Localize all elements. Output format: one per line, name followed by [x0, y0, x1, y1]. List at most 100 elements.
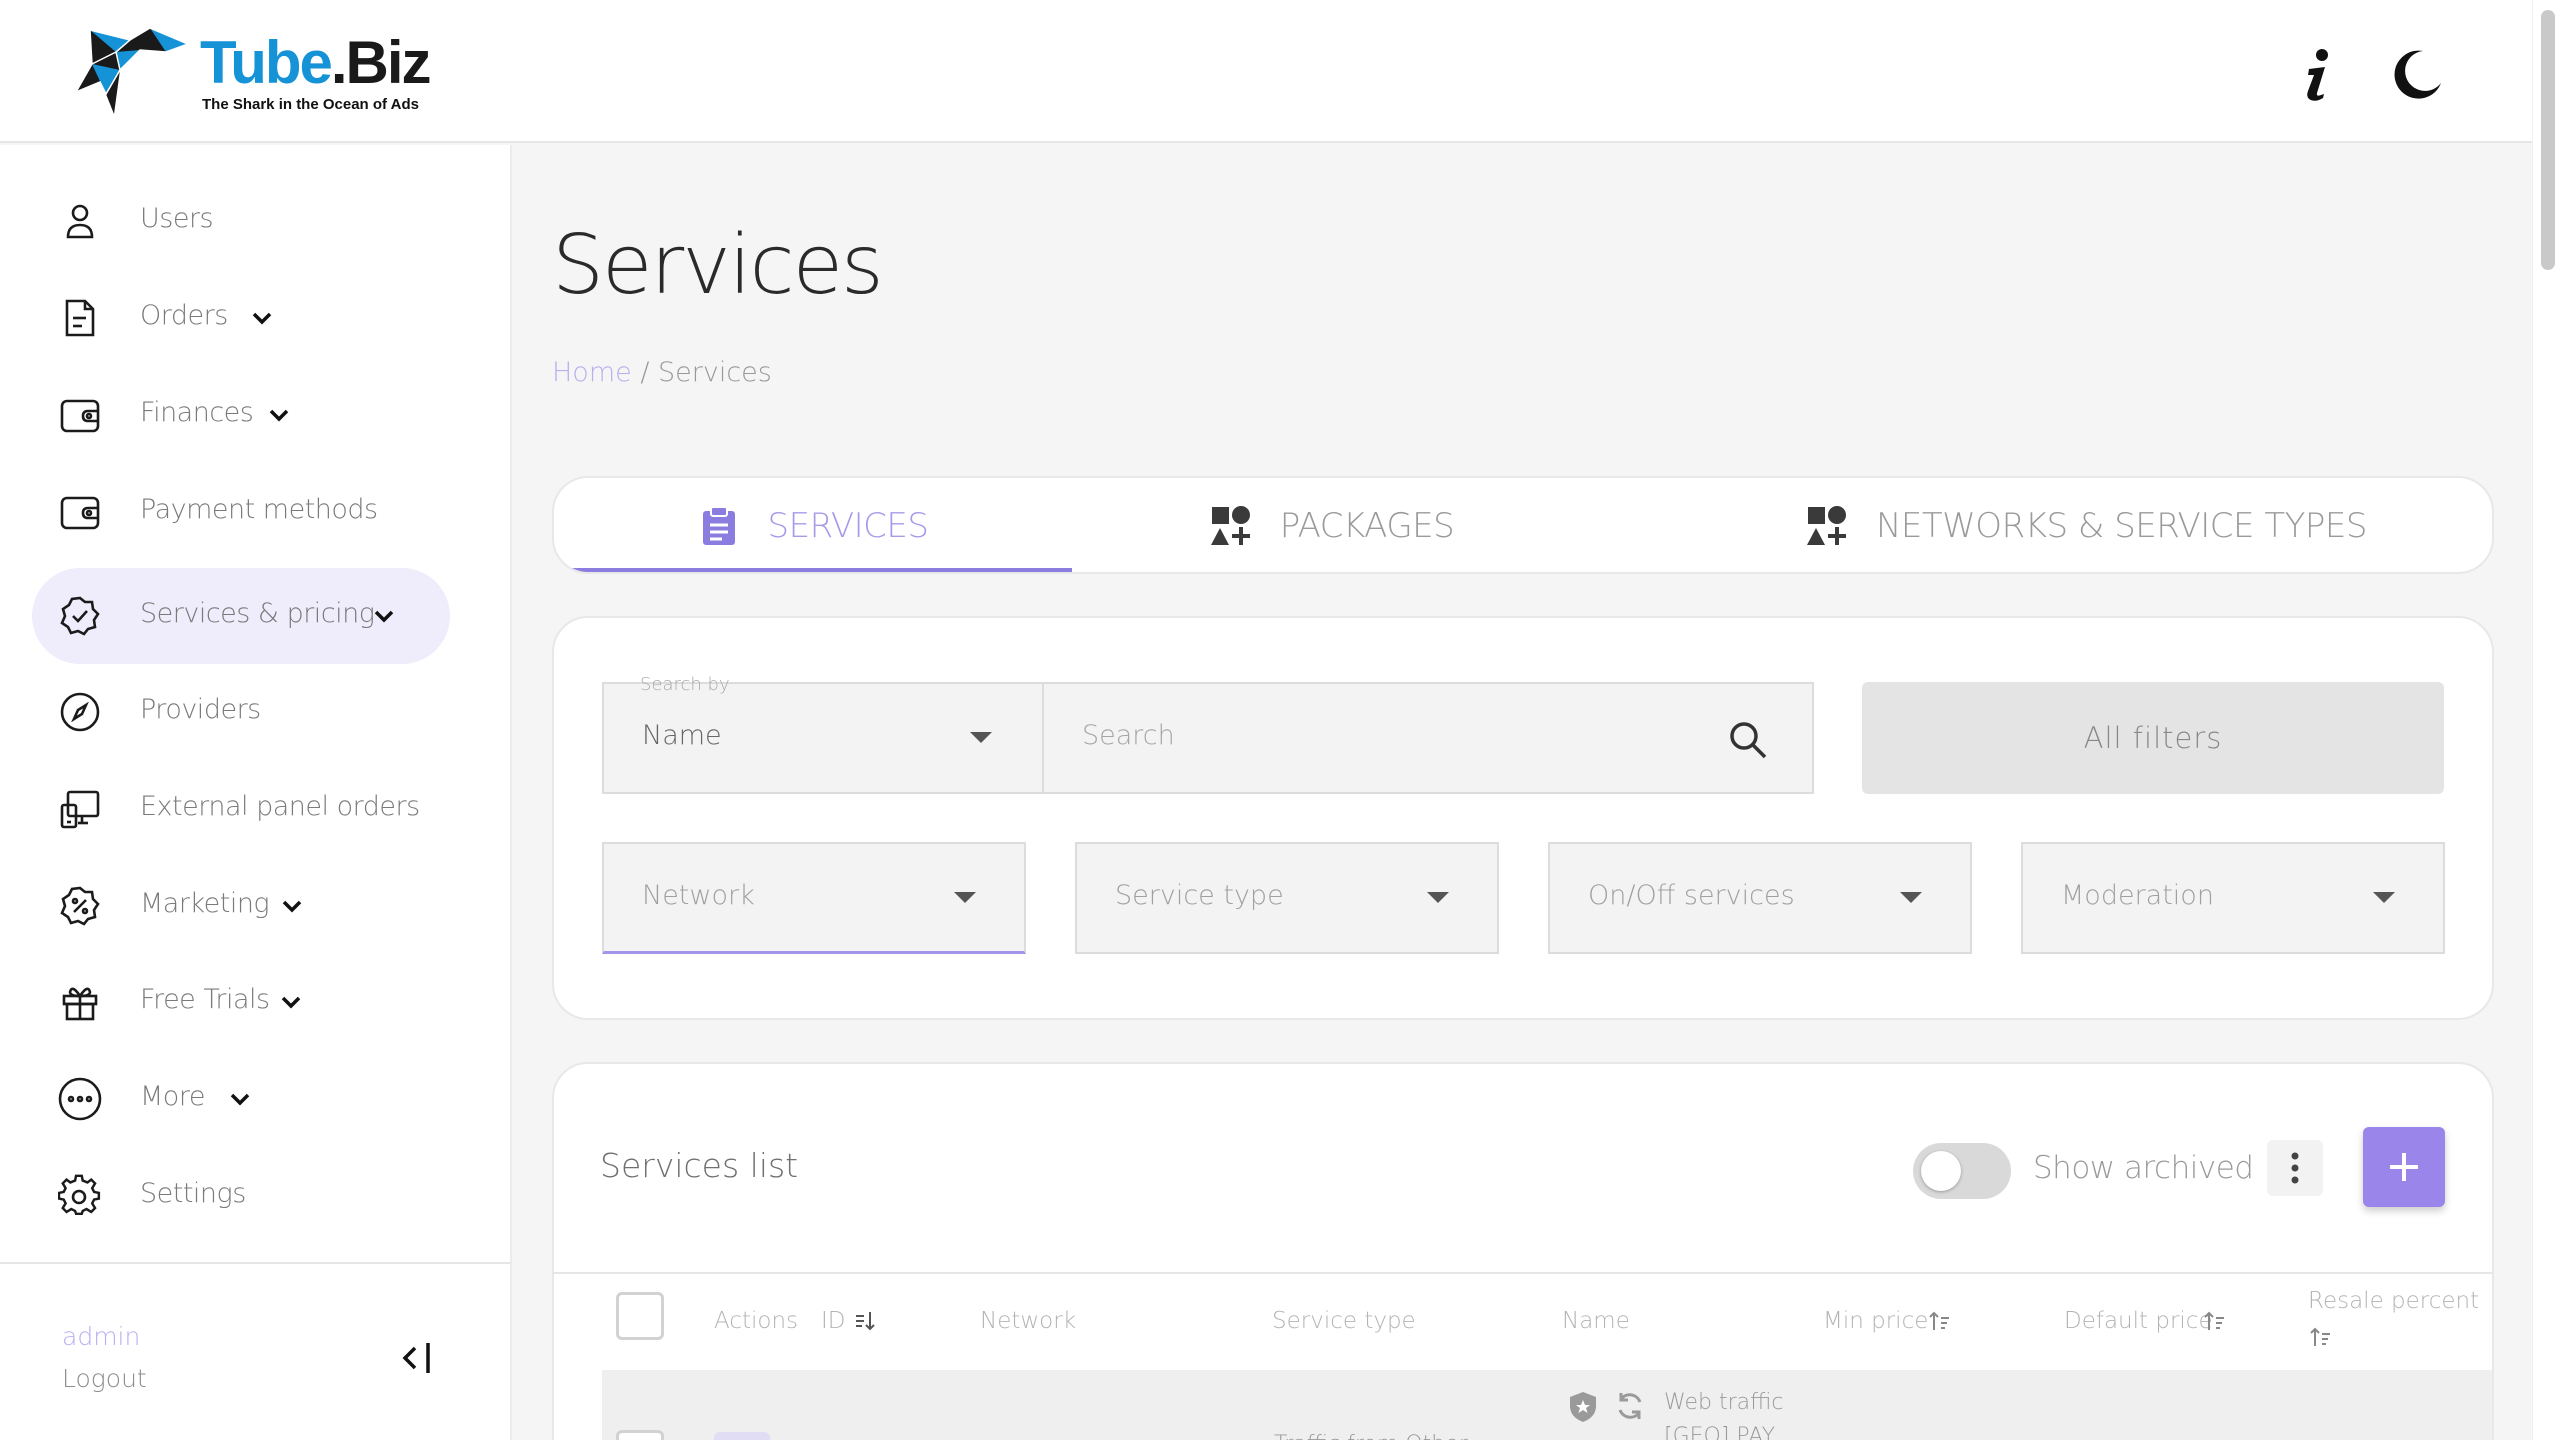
- sidebar-item-users[interactable]: Users: [32, 173, 450, 269]
- gift-icon: [62, 987, 98, 1021]
- sidebar-item-finances[interactable]: Finances: [32, 367, 450, 463]
- breadcrumb: Home / Services: [552, 357, 772, 388]
- plus-icon: [2390, 1153, 2418, 1181]
- sort-desc-icon[interactable]: [854, 1310, 876, 1332]
- table-header: Actions ID Network Service type Name Min…: [554, 1272, 2492, 1368]
- refresh-icon[interactable]: [1614, 1390, 1646, 1422]
- page-scrollbar[interactable]: [2532, 0, 2560, 1440]
- clipboard-icon: [702, 506, 735, 545]
- moderation-label: Moderation: [2061, 880, 2214, 911]
- column-service-type: Service type: [1272, 1308, 1416, 1334]
- row-name-line1: Web traffic: [1664, 1390, 1784, 1415]
- list-options-button[interactable]: [2267, 1140, 2323, 1196]
- brand-name: Tube.Biz: [200, 29, 432, 96]
- tab-services[interactable]: SERVICES: [554, 478, 1072, 572]
- search-input[interactable]: Search: [1042, 682, 1814, 794]
- sidebar-item-label: External panel orders: [140, 791, 420, 822]
- tab-packages[interactable]: PACKAGES: [1072, 478, 1592, 572]
- all-filters-button[interactable]: All filters: [1862, 682, 2444, 794]
- caret-down-icon: [954, 892, 976, 903]
- add-service-button[interactable]: [2363, 1127, 2445, 1207]
- column-actions: Actions: [714, 1308, 799, 1334]
- service-type-label: Service type: [1115, 880, 1284, 911]
- sidebar-item-label: Users: [140, 203, 214, 234]
- sort-icon[interactable]: [2310, 1326, 2332, 1348]
- info-button[interactable]: [2282, 40, 2352, 110]
- logout-link[interactable]: Logout: [62, 1364, 147, 1393]
- moderation-select[interactable]: Moderation: [2021, 842, 2445, 954]
- sidebar-item-free-trials[interactable]: Free Trials: [32, 954, 450, 1050]
- column-default-price[interactable]: Default price: [2064, 1308, 2213, 1334]
- kebab-menu-icon: [2291, 1152, 2299, 1184]
- network-select[interactable]: Network: [602, 842, 1026, 954]
- sidebar-item-payment-methods[interactable]: Payment methods: [32, 464, 450, 560]
- sidebar-item-label: Services & pricing: [140, 598, 375, 629]
- wallet-icon: [60, 496, 100, 530]
- shark-logo-icon: [74, 27, 191, 114]
- chevron-down-icon: [269, 409, 289, 422]
- gear-icon: [58, 1174, 101, 1216]
- column-network: Network: [980, 1308, 1077, 1334]
- caret-down-icon: [1900, 892, 1922, 903]
- brand-logo[interactable]: Tube.Biz The Shark in the Ocean of Ads: [70, 22, 450, 122]
- theme-toggle-button[interactable]: [2382, 40, 2452, 110]
- sidebar-item-orders[interactable]: Orders: [32, 270, 450, 366]
- services-list-title: Services list: [600, 1146, 799, 1185]
- chevron-down-icon: [230, 1093, 250, 1106]
- sidebar-item-settings[interactable]: Settings: [32, 1148, 450, 1244]
- tab-label: PACKAGES: [1279, 506, 1455, 546]
- caret-down-icon: [970, 732, 992, 743]
- scrollbar-thumb[interactable]: [2541, 10, 2555, 270]
- filters-panel: [552, 616, 2494, 1020]
- on-off-services-select[interactable]: On/Off services: [1548, 842, 1972, 954]
- sort-icon[interactable]: [2204, 1310, 2226, 1332]
- sidebar-item-label: More: [140, 1081, 205, 1112]
- devices-icon: [60, 790, 100, 829]
- sidebar-item-more[interactable]: More: [32, 1051, 450, 1147]
- column-min-price[interactable]: Min price: [1823, 1308, 1928, 1334]
- brand-tagline: The Shark in the Ocean of Ads: [202, 96, 419, 113]
- show-archived-toggle[interactable]: [1913, 1143, 2011, 1199]
- tab-label: SERVICES: [767, 506, 929, 546]
- wallet-icon: [60, 399, 100, 433]
- sidebar-item-label: Providers: [140, 694, 261, 725]
- sidebar-item-label: Orders: [140, 300, 228, 331]
- row-actions-button[interactable]: [714, 1432, 770, 1440]
- search-by-select[interactable]: Name: [602, 682, 1044, 794]
- network-label: Network: [642, 880, 755, 911]
- select-all-checkbox[interactable]: [616, 1292, 664, 1340]
- sidebar-item-external-panel-orders[interactable]: External panel orders: [32, 761, 450, 857]
- sort-icon[interactable]: [1929, 1310, 1951, 1332]
- search-by-value: Name: [642, 720, 722, 751]
- search-icon[interactable]: [1728, 720, 1768, 760]
- sidebar-item-providers[interactable]: Providers: [32, 664, 450, 760]
- user-icon: [66, 204, 94, 239]
- service-type-select[interactable]: Service type: [1075, 842, 1499, 954]
- column-resale-percent[interactable]: Resale percent: [2308, 1288, 2479, 1314]
- page-title: Services: [552, 218, 884, 313]
- shapes-icon: [1210, 506, 1250, 545]
- sidebar-item-label: Free Trials: [140, 984, 270, 1015]
- more-circle-icon: [58, 1077, 102, 1121]
- row-service-type: Traffic from Other: [1274, 1432, 1468, 1440]
- row-checkbox[interactable]: [616, 1430, 664, 1440]
- toggle-knob: [1921, 1151, 1961, 1191]
- shapes-icon: [1807, 506, 1846, 545]
- sidebar-item-services-pricing[interactable]: Services & pricing: [32, 568, 450, 664]
- discount-icon: [60, 886, 100, 926]
- tab-networks-service-types-content[interactable]: NETWORKS & SERVICE TYPES: [1806, 478, 2492, 572]
- table-row[interactable]: Traffic from Other Web traffic [GEO] PAY: [602, 1370, 2492, 1440]
- sidebar-item-marketing[interactable]: Marketing: [32, 858, 450, 954]
- tabs-bar: SERVICES PACKAGES NETWORKS & SERVICE TYP…: [552, 476, 2494, 574]
- row-name-line2: [GEO] PAY: [1664, 1424, 1776, 1440]
- current-user-name[interactable]: admin: [62, 1322, 140, 1351]
- chevron-down-icon: [281, 996, 301, 1009]
- shield-star-icon: [1570, 1392, 1596, 1422]
- breadcrumb-home-link[interactable]: Home: [552, 357, 632, 388]
- column-id[interactable]: ID: [821, 1308, 846, 1334]
- show-archived-label: Show archived: [2033, 1150, 2254, 1186]
- info-icon: [2307, 49, 2328, 101]
- active-tab-indicator: [554, 568, 1072, 572]
- collapse-sidebar-icon[interactable]: [395, 1335, 441, 1381]
- breadcrumb-current: Services: [658, 357, 772, 388]
